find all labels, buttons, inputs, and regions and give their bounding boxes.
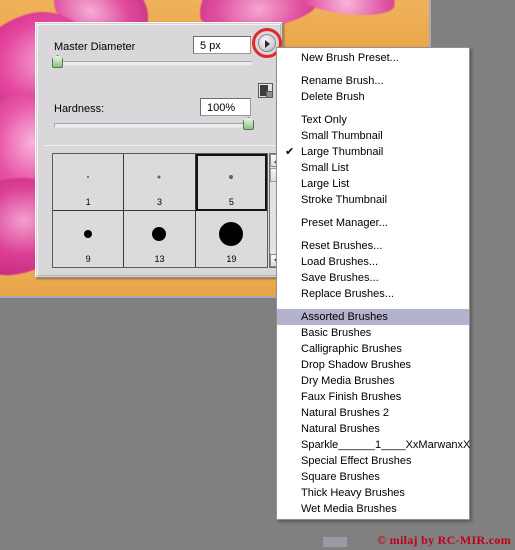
menu-item-label: Basic Brushes [301,327,372,339]
photoshop-workspace: Master Diameter 5 px Hardness: 100% 1359… [0,0,515,550]
hardness-label: Hardness: [54,103,105,115]
menu-item-label: New Brush Preset... [301,52,399,64]
menu-item-label: Dry Media Brushes [301,375,395,387]
menu-item-label: Calligraphic Brushes [301,343,402,355]
menu-item[interactable]: Replace Brushes... [277,286,469,302]
menu-item[interactable]: Thick Heavy Brushes [277,485,469,501]
menu-item-label: Replace Brushes... [301,288,394,300]
menu-item[interactable]: Faux Finish Brushes [277,389,469,405]
master-diameter-label: Master Diameter [54,41,136,53]
menu-item[interactable]: Large List [277,176,469,192]
hardness-slider-track[interactable] [54,123,252,128]
check-icon: ✔ [285,146,295,158]
menu-item-label: Load Brushes... [301,256,379,268]
menu-separator [279,108,467,109]
watermark-bar [323,537,347,547]
brush-size-label: 9 [85,254,91,264]
brush-panel-context-menu: New Brush Preset... Rename Brush... Delete… [276,47,470,520]
brush-thumbnail-grid: 1 3 5 9 13 19 [52,153,268,268]
menu-item[interactable]: Small List [277,160,469,176]
brush-tip-preview [87,176,90,179]
brush-thumbnail-cell[interactable]: 1 [53,154,125,211]
menu-item[interactable]: Reset Brushes... [277,238,469,254]
menu-separator [279,234,467,235]
menu-item-label: Special Effect Brushes [301,455,412,467]
menu-item[interactable]: Delete Brush [277,89,469,105]
brush-size-label: 1 [85,196,91,207]
menu-item-label: Large List [301,178,350,190]
menu-item-label: Stroke Thumbnail [301,194,388,206]
brush-thumbnail-cell[interactable]: 3 [124,154,196,211]
panel-divider [44,145,278,146]
menu-separator [279,305,467,306]
brush-size-label: 5 [228,196,234,207]
menu-item[interactable]: Natural Brushes [277,421,469,437]
brush-size-label: 3 [156,196,162,207]
menu-item-label: Natural Brushes [301,423,380,435]
menu-item-label: Preset Manager... [301,217,388,229]
menu-item-label: Drop Shadow Brushes [301,359,412,371]
menu-item-label: Assorted Brushes [301,311,388,323]
brush-size-label: 19 [226,254,237,264]
menu-item[interactable]: Drop Shadow Brushes [277,357,469,373]
menu-item-label: Wet Media Brushes [301,503,397,515]
master-diameter-slider-handle[interactable] [52,55,63,68]
menu-item[interactable]: Special Effect Brushes [277,453,469,469]
brush-tip-preview [157,175,161,179]
menu-separator [279,69,467,70]
brush-thumbnail-cell[interactable]: 5 [195,154,267,211]
menu-item-label: Natural Brushes 2 [301,407,390,419]
watermark-text: © milaj by RC-MIR.com [377,533,511,547]
menu-item[interactable]: Sparkle______1____XxMarwanxX [277,437,471,453]
menu-item[interactable]: ✔ Large Thumbnail [277,144,469,160]
menu-item[interactable]: Small Thumbnail [277,128,469,144]
menu-item-label: Text Only [301,114,347,126]
panel-menu-button[interactable] [258,34,276,52]
new-preset-icon[interactable] [258,83,273,98]
menu-item[interactable]: Save Brushes... [277,270,469,286]
menu-item[interactable]: Calligraphic Brushes [277,341,469,357]
menu-item[interactable]: Preset Manager... [277,215,469,231]
hardness-slider-handle[interactable] [243,117,254,130]
menu-item-label: Faux Finish Brushes [301,391,402,403]
menu-item[interactable]: Natural Brushes 2 [277,405,469,421]
menu-item-label: Reset Brushes... [301,240,383,252]
menu-item-label: Rename Brush... [301,75,384,87]
master-diameter-input[interactable]: 5 px [193,36,251,54]
menu-item[interactable]: Load Brushes... [277,254,469,270]
brush-size-label: 13 [154,254,165,264]
menu-item[interactable]: Wet Media Brushes [277,501,469,517]
menu-item[interactable]: Stroke Thumbnail [277,192,469,208]
menu-item[interactable]: Dry Media Brushes [277,373,469,389]
brush-tip-preview [229,175,234,180]
menu-item-label: Small Thumbnail [301,130,383,142]
panel-inner-frame: Master Diameter 5 px Hardness: 100% 1359… [37,24,284,276]
brush-tip-preview [219,222,244,247]
brush-thumbnail-cell[interactable]: 13 [124,210,196,267]
brush-tip-preview [84,230,93,239]
menu-separator [279,211,467,212]
menu-item-label: Sparkle______1____XxMarwanxX [301,439,471,451]
menu-item-label: Thick Heavy Brushes [301,487,405,499]
menu-item[interactable]: Rename Brush... [277,73,469,89]
menu-item-label: Square Brushes [301,471,380,483]
hardness-input[interactable]: 100% [200,98,251,116]
menu-item[interactable]: New Brush Preset... [277,50,469,66]
menu-item-label: Delete Brush [301,91,365,103]
menu-item[interactable]: Basic Brushes [277,325,469,341]
menu-item[interactable]: Square Brushes [277,469,469,485]
brush-thumbnail-cell[interactable]: 9 [53,210,125,267]
master-diameter-slider-track[interactable] [54,61,252,66]
brush-tip-preview [152,227,167,242]
menu-item[interactable]: Assorted Brushes [277,309,469,325]
menu-item-label: Large Thumbnail [301,146,384,158]
brush-preset-picker-panel: Master Diameter 5 px Hardness: 100% 1359… [35,22,284,278]
menu-item-label: Small List [301,162,349,174]
menu-item-label: Save Brushes... [301,272,379,284]
brush-thumbnail-cell[interactable]: 19 [195,210,267,267]
menu-item[interactable]: Text Only [277,112,469,128]
